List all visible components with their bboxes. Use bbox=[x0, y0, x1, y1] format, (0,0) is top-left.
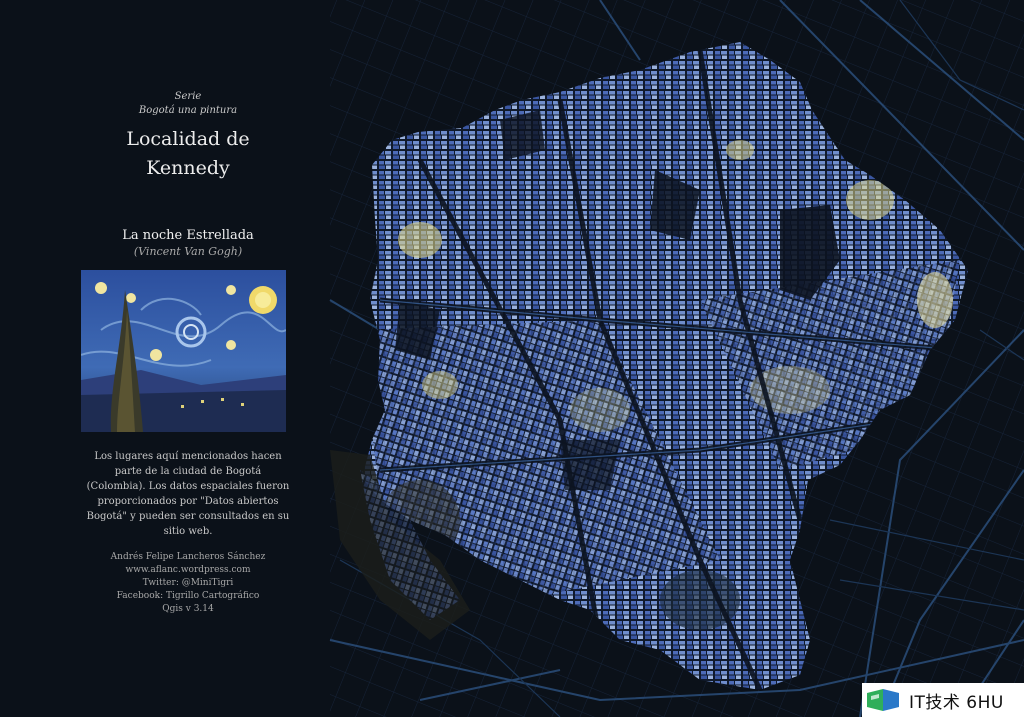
series-name: Bogotá una pintura bbox=[138, 105, 238, 116]
credit-website: www.aflanc.wordpress.com bbox=[125, 565, 251, 575]
info-panel: Serie Bogotá una pintura Localidad de Ke… bbox=[70, 90, 306, 616]
watermark-text: IT技术 6HU bbox=[909, 692, 1004, 713]
credit-twitter: Twitter: @MiniTigri bbox=[142, 578, 234, 588]
watermark-logo-icon bbox=[867, 689, 899, 711]
series-label: Serie bbox=[174, 91, 202, 102]
credits: Andrés Felipe Lancheros Sánchez www.afla… bbox=[70, 551, 306, 616]
watermark: IT技术 6HU bbox=[862, 683, 1024, 717]
description: Los lugares aquí mencionados hacen parte… bbox=[86, 451, 290, 537]
painting-author: (Vincent Van Gogh) bbox=[133, 245, 243, 258]
starry-night-painting bbox=[81, 270, 286, 432]
credit-facebook: Facebook: Tigrillo Cartográfico bbox=[116, 591, 260, 601]
map-title: Localidad de Kennedy bbox=[70, 125, 306, 183]
map-title-line1: Localidad de bbox=[126, 128, 250, 150]
credit-software: Qgis v 3.14 bbox=[162, 604, 214, 614]
painting-title: La noche Estrellada bbox=[122, 228, 254, 243]
map-title-line2: Kennedy bbox=[146, 157, 230, 179]
credit-author: Andrés Felipe Lancheros Sánchez bbox=[110, 552, 266, 562]
